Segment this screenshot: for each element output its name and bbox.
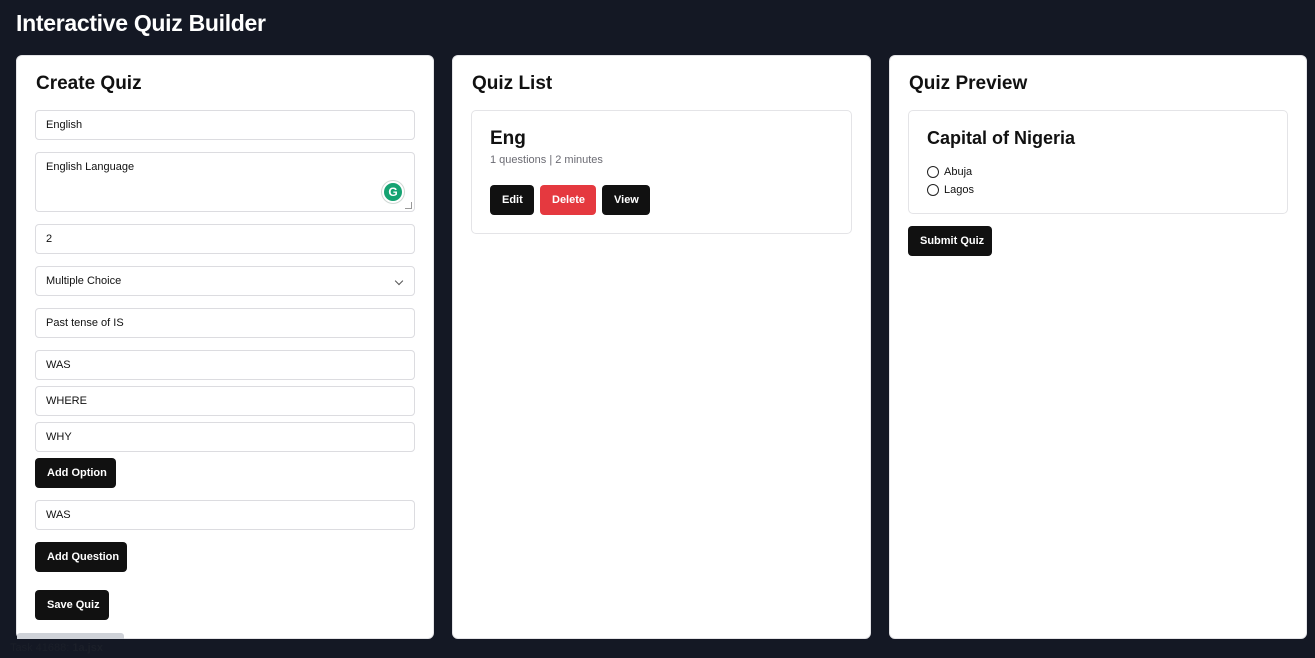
- preview-question-card: Capital of Nigeria Abuja Lagos: [908, 110, 1288, 214]
- preview-option-label: Lagos: [944, 184, 974, 196]
- quiz-card-title: Eng: [490, 128, 526, 149]
- task-file: 1a.jsx: [72, 642, 103, 654]
- preview-option-abuja[interactable]: Abuja: [927, 165, 972, 179]
- task-label: Task 41688:: [10, 642, 70, 654]
- quiz-list-title: Quiz List: [472, 73, 553, 94]
- view-quiz-button[interactable]: View: [602, 185, 650, 215]
- quiz-description-text: English Language: [46, 161, 135, 173]
- quiz-preview-title: Quiz Preview: [909, 73, 1028, 94]
- submit-quiz-button[interactable]: Submit Quiz: [908, 226, 992, 256]
- add-question-button[interactable]: Add Question: [35, 542, 127, 572]
- question-text-input[interactable]: Past tense of IS: [35, 308, 415, 338]
- question-type-select[interactable]: Multiple Choice: [35, 266, 415, 296]
- question-type-value: Multiple Choice: [46, 275, 122, 287]
- quiz-description-textarea[interactable]: English Language G: [35, 152, 415, 212]
- delete-quiz-button[interactable]: Delete: [540, 185, 596, 215]
- quiz-card: Eng 1 questions | 2 minutes Edit Delete …: [471, 110, 852, 234]
- edit-quiz-button[interactable]: Edit: [490, 185, 534, 215]
- create-quiz-panel: Create Quiz English English Language G 2…: [16, 55, 434, 639]
- grammarly-icon[interactable]: G: [382, 181, 404, 203]
- quiz-time-input[interactable]: 2: [35, 224, 415, 254]
- app-title: Interactive Quiz Builder: [16, 10, 266, 36]
- option-input-2[interactable]: WHERE: [35, 386, 415, 416]
- quiz-preview-panel: Quiz Preview Capital of Nigeria Abuja La…: [889, 55, 1307, 639]
- quiz-list-panel: Quiz List Eng 1 questions | 2 minutes Ed…: [452, 55, 871, 639]
- correct-answer-input[interactable]: WAS: [35, 500, 415, 530]
- radio-button[interactable]: [927, 166, 939, 178]
- task-footer: Task 41688: 1a.jsx: [10, 642, 103, 654]
- preview-option-lagos[interactable]: Lagos: [927, 183, 974, 197]
- create-quiz-title: Create Quiz: [36, 73, 142, 94]
- preview-option-label: Abuja: [944, 166, 973, 178]
- save-quiz-button[interactable]: Save Quiz: [35, 590, 109, 620]
- option-input-1[interactable]: WAS: [35, 350, 415, 380]
- radio-button[interactable]: [927, 184, 939, 196]
- resize-grip-icon[interactable]: [405, 202, 412, 209]
- chevron-down-icon: [394, 276, 404, 286]
- quiz-card-meta: 1 questions | 2 minutes: [490, 154, 603, 166]
- add-option-button[interactable]: Add Option: [35, 458, 116, 488]
- quiz-title-input[interactable]: English: [35, 110, 415, 140]
- option-input-3[interactable]: WHY: [35, 422, 415, 452]
- footer-tab: [17, 633, 124, 639]
- preview-question-text: Capital of Nigeria: [927, 128, 1076, 148]
